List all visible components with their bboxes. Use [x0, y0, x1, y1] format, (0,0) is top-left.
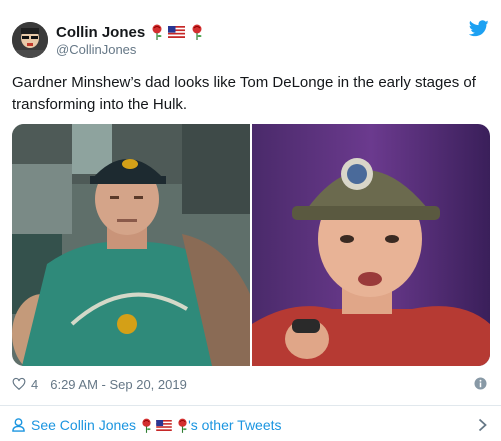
chevron-right-icon[interactable]: [478, 418, 487, 432]
rose-emoji-icon: [152, 24, 162, 40]
tweet-timestamp[interactable]: 6:29 AM - Sep 20, 2019: [50, 377, 187, 392]
author-name-row: Collin Jones: [56, 22, 203, 42]
like-count[interactable]: 4: [31, 377, 38, 392]
embedded-tweet: Collin Jones @CollinJones Gardner Minshe…: [0, 0, 501, 441]
tweet-media: [12, 124, 490, 366]
heart-icon[interactable]: [12, 377, 26, 391]
author-handle[interactable]: @CollinJones: [56, 42, 136, 57]
rose-emoji-icon: [192, 24, 202, 40]
photo-man-in-jaguars-cap[interactable]: [12, 124, 250, 366]
author-avatar[interactable]: [12, 22, 48, 58]
info-icon[interactable]: [474, 377, 487, 390]
tweet-meta-row: 4 6:29 AM - Sep 20, 2019: [12, 374, 187, 394]
rose-emoji-icon: [142, 418, 151, 433]
us-flag-emoji-icon: [168, 26, 186, 38]
us-flag-emoji-icon: [156, 419, 172, 431]
see-other-tweets-link[interactable]: See Collin Jones 's other Tweets: [12, 414, 282, 436]
photo-man-speaking-into-microphone[interactable]: [252, 124, 490, 366]
footer-prefix-text: See Collin Jones: [31, 417, 137, 433]
footer-suffix-text: 's other Tweets: [188, 417, 282, 433]
twitter-bird-icon[interactable]: [469, 20, 489, 37]
person-icon: [12, 418, 25, 432]
author-display-name[interactable]: Collin Jones: [56, 24, 145, 41]
footer-divider: [0, 405, 501, 406]
rose-emoji-icon: [178, 418, 187, 433]
tweet-text: Gardner Minshew’s dad looks like Tom DeL…: [12, 74, 476, 113]
